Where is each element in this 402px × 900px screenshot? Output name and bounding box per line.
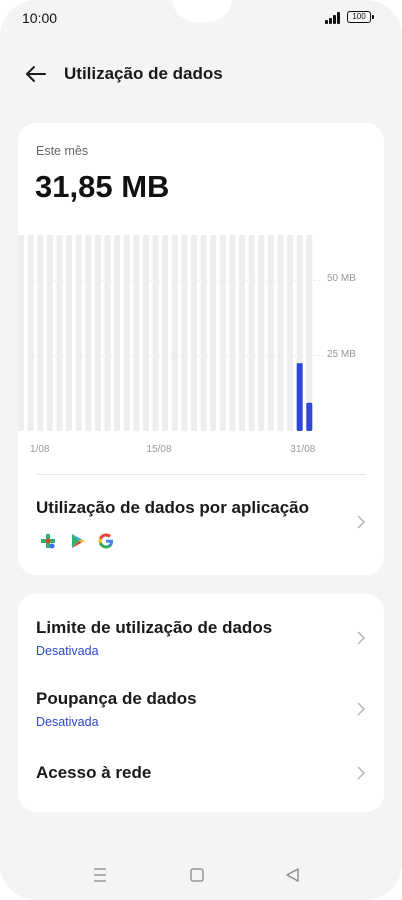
- menu-icon: [94, 868, 106, 882]
- bar-track: [66, 235, 73, 431]
- x-tick-label: 15/08: [146, 444, 172, 455]
- bar-track: [104, 235, 111, 431]
- y-tick-label: 50 MB: [327, 273, 356, 285]
- chevron-right-icon: [357, 515, 366, 529]
- menu-button[interactable]: [85, 860, 115, 890]
- bar-track: [277, 235, 284, 431]
- bar-track: [258, 235, 265, 431]
- chevron-right-icon: [357, 702, 366, 716]
- bar-track: [267, 235, 274, 431]
- data-limit-row[interactable]: Limite de utilização de dados Desativada: [18, 594, 384, 666]
- bar-track: [56, 235, 63, 431]
- status-time: 10:00: [22, 10, 58, 26]
- bar-track: [248, 235, 255, 431]
- network-access-row[interactable]: Acesso à rede: [18, 738, 384, 810]
- settings-card: Limite de utilização de dados Desativada…: [18, 594, 384, 812]
- bar-track: [162, 235, 169, 431]
- bar-track: [142, 235, 149, 431]
- bar-track: [190, 235, 197, 431]
- app-gallery-icon: [41, 534, 55, 549]
- home-icon: [190, 868, 204, 882]
- signal-icon: [325, 12, 343, 24]
- network-access-title: Acesso à rede: [36, 763, 152, 782]
- home-button[interactable]: [182, 860, 212, 890]
- bar-track: [18, 235, 24, 431]
- bar-track: [219, 235, 226, 431]
- bar-track: [306, 235, 313, 431]
- chevron-right-icon: [357, 766, 366, 780]
- navigation-bar: [0, 860, 402, 890]
- data-saver-title: Poupança de dados: [36, 689, 197, 708]
- bar-track: [171, 235, 178, 431]
- screen: 10:00 100 Utilização de dados Este mês 3…: [0, 0, 402, 900]
- google-icon: [98, 533, 113, 549]
- bar-track: [94, 235, 101, 431]
- data-limit-title: Limite de utilização de dados: [36, 618, 273, 637]
- play-store-icon: [72, 534, 85, 548]
- bar-track: [46, 235, 53, 431]
- x-tick-label: 31/08: [290, 444, 316, 455]
- arrow-left-icon: [26, 66, 46, 82]
- usage-bar-30/08[interactable]: [296, 363, 303, 431]
- data-saver-row[interactable]: Poupança de dados Desativada: [18, 666, 384, 738]
- bar-track: [210, 235, 217, 431]
- camera-notch: [172, 0, 232, 22]
- usage-chart-svg: [18, 235, 323, 431]
- usage-chart: [18, 231, 384, 461]
- bar-track: [152, 235, 159, 431]
- bar-track: [27, 235, 34, 431]
- back-nav-button[interactable]: [278, 860, 308, 890]
- bar-track: [287, 235, 294, 431]
- usage-card: Este mês 31,85 MB 50 MB 25 MB 1/08 15/08 31/…: [18, 123, 384, 575]
- battery-icon: 100: [347, 11, 374, 23]
- back-triangle-icon: [286, 868, 299, 882]
- bar-track: [75, 235, 82, 431]
- bar-track: [114, 235, 121, 431]
- bar-track: [200, 235, 207, 431]
- y-tick-label: 25 MB: [327, 348, 356, 360]
- usage-bar-31/08[interactable]: [306, 402, 313, 431]
- status-bar: 10:00 100: [0, 0, 402, 36]
- page-title: Utilização de dados: [64, 64, 223, 83]
- bar-track: [239, 235, 246, 431]
- period-label: Este mês: [36, 144, 89, 158]
- bar-track: [123, 235, 130, 431]
- total-usage: 31,85 MB: [35, 169, 170, 204]
- x-tick-label: 1/08: [30, 444, 50, 455]
- back-button[interactable]: [22, 60, 50, 88]
- bar-track: [37, 235, 44, 431]
- chevron-right-icon: [357, 631, 366, 645]
- bar-track: [133, 235, 140, 431]
- bar-track: [229, 235, 236, 431]
- bar-track: [181, 235, 188, 431]
- data-limit-status: Desativada: [36, 644, 99, 658]
- app-usage-title: Utilização de dados por aplicação: [36, 498, 310, 517]
- app-usage-row[interactable]: Utilização de dados por aplicação: [18, 475, 384, 575]
- bar-track: [85, 235, 92, 431]
- data-saver-status: Desativada: [36, 715, 99, 729]
